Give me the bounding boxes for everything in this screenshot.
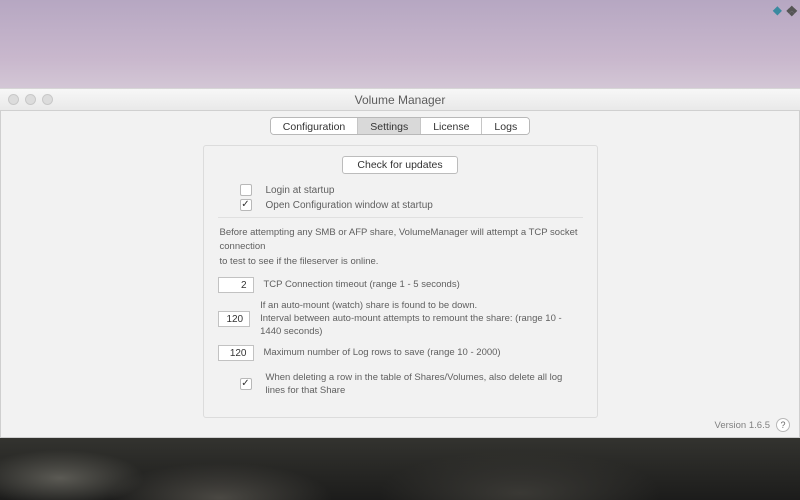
remount-interval-row: 120 If an auto-mount (watch) share is fo… <box>218 299 583 339</box>
tcp-desc-line2: to test to see if the fileserver is onli… <box>220 255 583 269</box>
login-at-startup-label: Login at startup <box>266 185 335 196</box>
remount-interval-label: If an auto-mount (watch) share is found … <box>260 299 582 339</box>
tcp-timeout-row: 2 TCP Connection timeout (range 1 - 5 se… <box>218 277 583 293</box>
desktop-wallpaper: ◆ ❖ Volume Manager Configuration Setting… <box>0 0 800 500</box>
menubar-notification-icon[interactable]: ❖ <box>785 3 798 20</box>
window-traffic-lights <box>8 94 53 105</box>
remount-interval-label-line1: If an auto-mount (watch) share is found … <box>260 299 582 312</box>
divider <box>218 217 583 218</box>
window-title: Volume Manager <box>355 93 446 107</box>
app-window: Volume Manager Configuration Settings Li… <box>0 88 800 438</box>
tab-settings[interactable]: Settings <box>358 118 421 134</box>
check-updates-button[interactable]: Check for updates <box>342 156 457 174</box>
version-label: Version 1.6.5 <box>715 420 770 431</box>
window-titlebar: Volume Manager <box>0 89 800 111</box>
max-log-rows-row: 120 Maximum number of Log rows to save (… <box>218 345 583 361</box>
max-log-rows-label: Maximum number of Log rows to save (rang… <box>264 346 501 359</box>
window-minimize-button[interactable] <box>25 94 36 105</box>
window-close-button[interactable] <box>8 94 19 105</box>
help-button[interactable]: ? <box>776 418 790 432</box>
tcp-timeout-label: TCP Connection timeout (range 1 - 5 seco… <box>264 278 460 291</box>
delete-logs-checkbox[interactable] <box>240 378 252 390</box>
segmented-control: Configuration Settings License Logs <box>270 117 530 135</box>
delete-logs-label: When deleting a row in the table of Shar… <box>266 371 583 398</box>
window-zoom-button[interactable] <box>42 94 53 105</box>
open-config-at-startup-checkbox[interactable] <box>240 199 252 211</box>
delete-logs-row: When deleting a row in the table of Shar… <box>240 371 583 398</box>
open-config-at-startup-row: Open Configuration window at startup <box>240 199 583 211</box>
wallpaper-foreground <box>0 438 800 500</box>
remount-interval-label-line2: Interval between auto-mount attempts to … <box>260 312 582 339</box>
menubar-app-icon[interactable]: ◆ <box>773 3 782 17</box>
settings-panel: Check for updates Login at startup Open … <box>203 145 598 418</box>
login-at-startup-row: Login at startup <box>240 184 583 196</box>
tab-configuration[interactable]: Configuration <box>271 118 358 134</box>
remount-interval-input[interactable]: 120 <box>218 311 251 327</box>
tab-bar: Configuration Settings License Logs <box>0 111 800 145</box>
window-footer: Version 1.6.5 ? <box>715 418 790 432</box>
tab-logs[interactable]: Logs <box>482 118 529 134</box>
open-config-at-startup-label: Open Configuration window at startup <box>266 200 433 211</box>
tcp-timeout-input[interactable]: 2 <box>218 277 254 293</box>
tab-license[interactable]: License <box>421 118 482 134</box>
tcp-description: Before attempting any SMB or AFP share, … <box>220 226 583 269</box>
max-log-rows-input[interactable]: 120 <box>218 345 254 361</box>
tcp-desc-line1: Before attempting any SMB or AFP share, … <box>220 226 583 255</box>
login-at-startup-checkbox[interactable] <box>240 184 252 196</box>
